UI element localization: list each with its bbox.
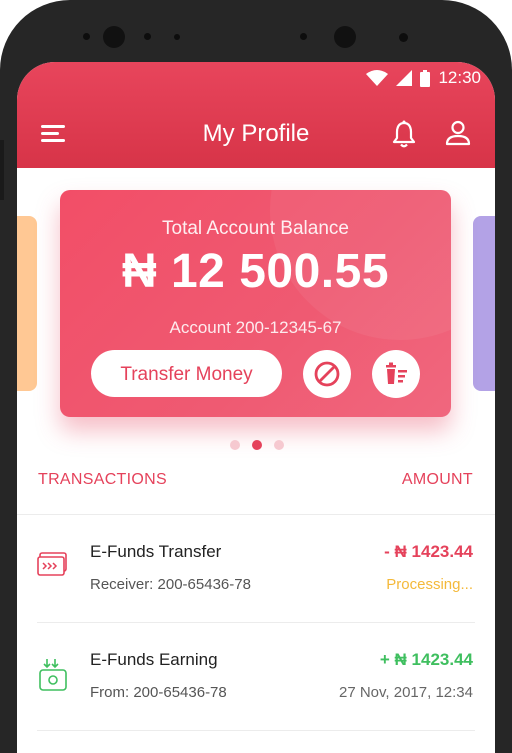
balance-card: Total Account Balance ₦ 12 500.55 Accoun… xyxy=(60,190,451,417)
block-icon xyxy=(314,361,340,387)
transaction-status: Processing... xyxy=(386,576,473,593)
phone-frame: 12:30 My Profile Total Account Balance ₦… xyxy=(0,0,512,753)
transfer-money-button[interactable]: Transfer Money xyxy=(91,350,282,397)
phone-camera xyxy=(103,26,125,48)
account-number: Account 200-12345-67 xyxy=(169,318,342,337)
phone-sensor-dot xyxy=(300,33,307,40)
status-bar: 12:30 xyxy=(366,68,481,88)
transfer-icon xyxy=(37,552,67,576)
balance-amount: ₦ 12 500.55 xyxy=(121,245,390,298)
status-time: 12:30 xyxy=(438,68,481,87)
transaction-subtitle: From: 200-65436-78 xyxy=(90,684,227,701)
amount-header: AMOUNT xyxy=(401,471,473,488)
transaction-row[interactable]: E-Funds Earning From: 200-65436-78 + ₦ 1… xyxy=(17,622,495,730)
balance-label: Total Account Balance xyxy=(162,218,349,239)
previous-card-peek[interactable] xyxy=(17,216,37,391)
carousel-dot[interactable] xyxy=(274,440,284,450)
phone-speaker-dot xyxy=(83,33,90,40)
carousel-indicator xyxy=(230,440,284,450)
transaction-title: E-Funds Earning xyxy=(90,650,218,669)
transaction-amount: - ₦ 1423.44 xyxy=(384,542,473,561)
phone-front-camera xyxy=(334,26,356,48)
battery-icon xyxy=(420,69,431,87)
app-screen: 12:30 My Profile Total Account Balance ₦… xyxy=(17,62,495,753)
phone-side-button xyxy=(0,140,4,200)
phone-sensor-dot xyxy=(399,33,408,42)
transaction-date: 27 Nov, 2017, 12:34 xyxy=(339,684,473,701)
earning-icon xyxy=(39,659,67,691)
phone-sensor-dot xyxy=(144,33,151,40)
transaction-row[interactable]: E-Funds Transfer Receiver: 200-65436-78 … xyxy=(17,514,495,622)
transactions-header: TRANSACTIONS xyxy=(38,471,167,488)
wifi-icon xyxy=(366,70,389,86)
next-card-peek[interactable] xyxy=(473,216,495,391)
app-header: 12:30 My Profile xyxy=(17,62,495,168)
transaction-amount: + ₦ 1423.44 xyxy=(379,650,473,669)
trash-icon xyxy=(386,362,407,384)
carousel-dot-active[interactable] xyxy=(252,440,262,450)
transaction-subtitle: Receiver: 200-65436-78 xyxy=(90,576,251,593)
transaction-title: E-Funds Transfer xyxy=(90,542,222,561)
row-divider xyxy=(37,730,475,731)
carousel-dot[interactable] xyxy=(230,440,240,450)
page-title: My Profile xyxy=(202,120,310,147)
block-card-button[interactable] xyxy=(303,350,351,398)
signal-icon xyxy=(396,70,413,86)
delete-card-button[interactable] xyxy=(372,350,420,398)
user-icon[interactable] xyxy=(445,120,471,146)
bell-icon[interactable] xyxy=(392,120,416,148)
phone-sensor-dot xyxy=(174,34,180,40)
